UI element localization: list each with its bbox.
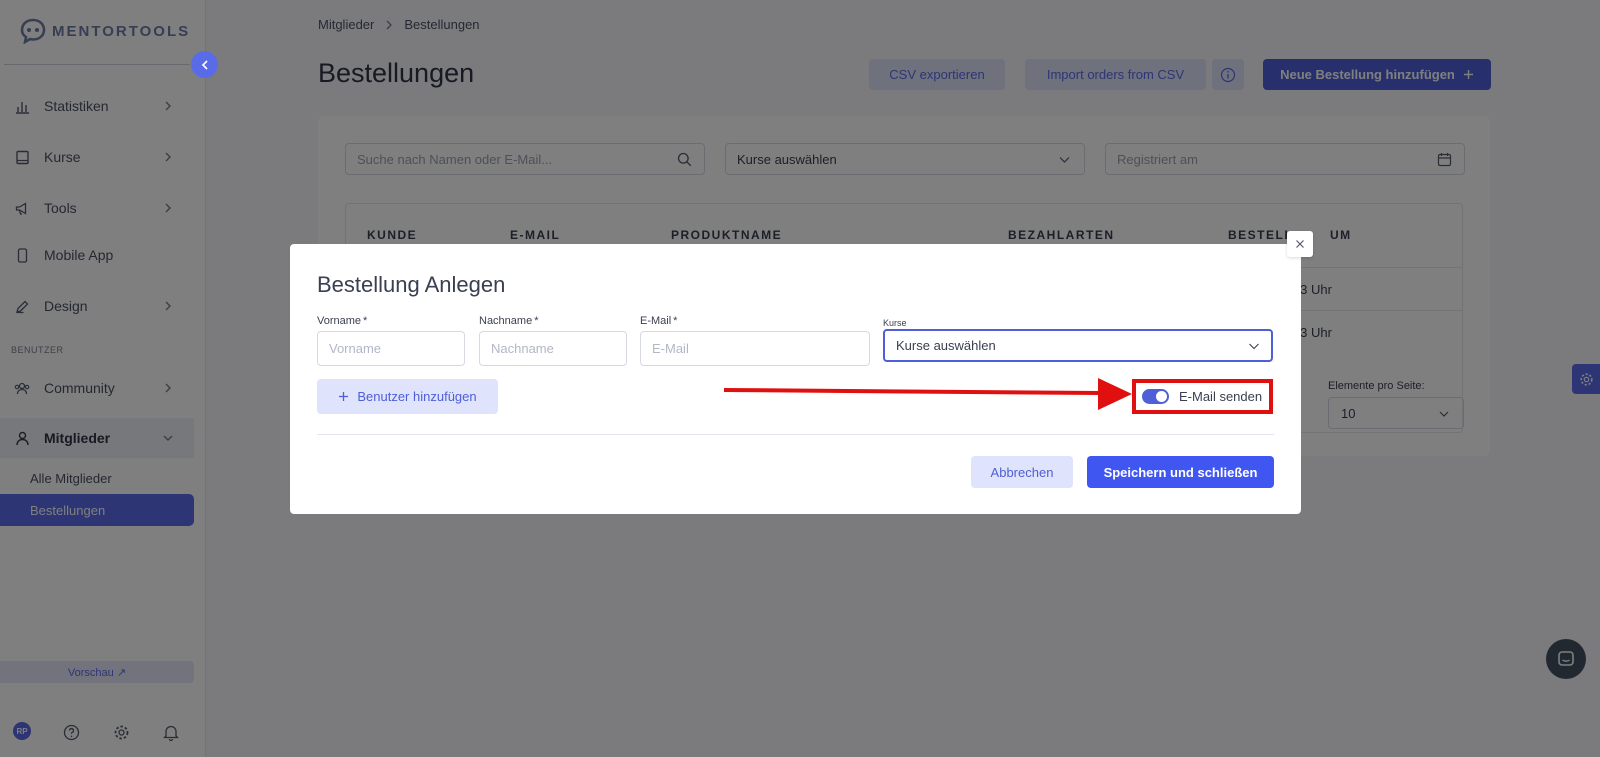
save-and-close-button[interactable]: Speichern und schließen <box>1087 456 1274 488</box>
last-name-input[interactable]: Nachname <box>479 331 627 366</box>
modal-close-button[interactable] <box>1287 231 1313 257</box>
annotation-arrow <box>724 378 1132 410</box>
chevron-down-icon <box>1249 343 1259 350</box>
send-email-highlight: E-Mail senden <box>1132 379 1273 414</box>
courses-select-value: Kurse auswählen <box>896 338 996 353</box>
first-name-input[interactable]: Vorname <box>317 331 465 366</box>
plus-icon <box>339 392 349 401</box>
sidebar-collapse-button[interactable] <box>191 51 218 78</box>
first-name-placeholder: Vorname <box>329 341 382 356</box>
first-name-label: Vorname * <box>317 315 368 327</box>
email-label: E-Mail * <box>640 315 678 327</box>
courses-label: Kurse <box>883 318 907 328</box>
add-user-label: Benutzer hinzufügen <box>357 389 477 404</box>
last-name-placeholder: Nachname <box>491 341 554 356</box>
email-placeholder: E-Mail <box>652 341 689 356</box>
modal-divider <box>317 434 1274 435</box>
email-field[interactable]: E-Mail <box>640 331 870 366</box>
chevron-left-icon <box>201 59 208 70</box>
add-user-button[interactable]: Benutzer hinzufügen <box>317 379 498 414</box>
courses-select[interactable]: Kurse auswählen <box>883 329 1273 362</box>
send-email-label: E-Mail senden <box>1179 389 1263 404</box>
last-name-label: Nachname * <box>479 315 539 327</box>
send-email-toggle[interactable] <box>1142 389 1169 404</box>
close-icon <box>1296 240 1304 248</box>
cancel-button[interactable]: Abbrechen <box>971 456 1073 488</box>
modal-title: Bestellung Anlegen <box>317 272 506 297</box>
